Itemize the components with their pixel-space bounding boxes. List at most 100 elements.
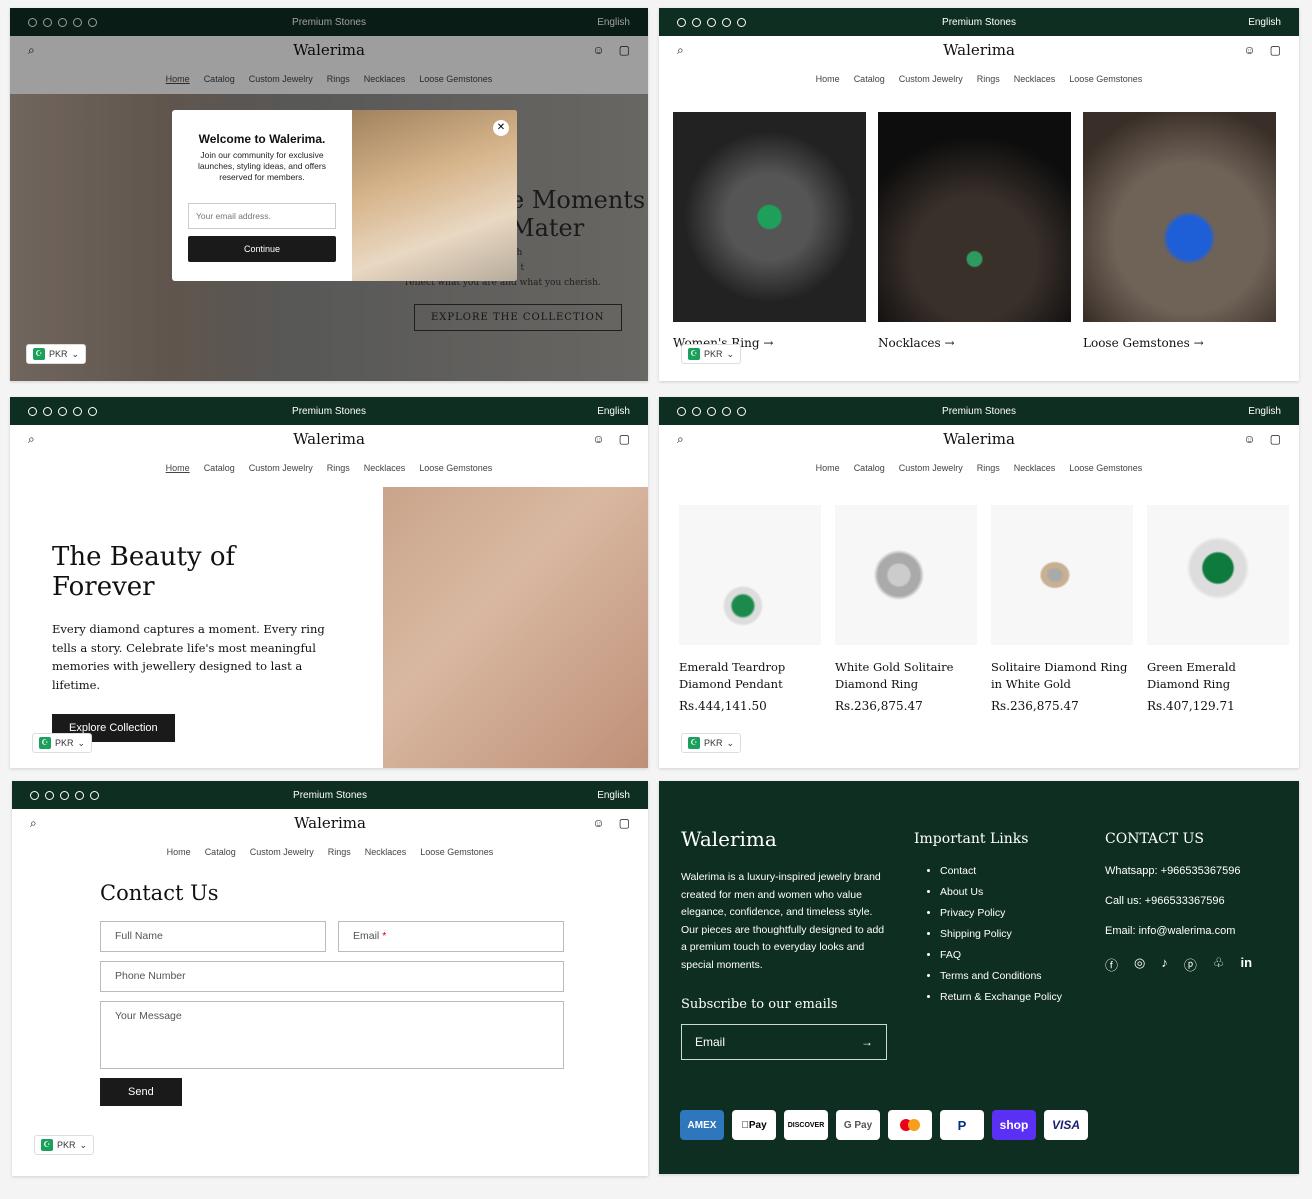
nav-custom-jewelry[interactable]: Custom Jewelry bbox=[899, 74, 963, 84]
currency-selector[interactable]: ☪ PKR ⌄ bbox=[32, 733, 93, 753]
snapchat-icon[interactable]: ♧ bbox=[1213, 955, 1225, 974]
account-icon[interactable]: ☺ bbox=[592, 433, 604, 445]
nav-loose-gemstones[interactable]: Loose Gemstones bbox=[1069, 463, 1142, 473]
currency-selector[interactable]: ☪ PKR ⌄ bbox=[681, 344, 742, 364]
instagram-icon[interactable]: ◎ bbox=[1134, 955, 1145, 974]
pinterest-icon[interactable]: ⓟ bbox=[1184, 955, 1197, 974]
snapchat-icon[interactable] bbox=[90, 790, 99, 800]
language-selector[interactable]: English bbox=[1248, 406, 1281, 417]
collection-title[interactable]: Loose Gemstones → bbox=[1083, 336, 1278, 350]
popup-continue-button[interactable]: Continue bbox=[188, 236, 336, 262]
product-name[interactable]: White Gold Solitaire Diamond Ring bbox=[835, 659, 979, 693]
search-icon[interactable]: ⌕ bbox=[28, 433, 35, 445]
nav-loose-gemstones[interactable]: Loose Gemstones bbox=[1069, 74, 1142, 84]
cart-icon[interactable]: ▢ bbox=[1270, 433, 1281, 445]
nav-necklaces[interactable]: Necklaces bbox=[1014, 463, 1056, 473]
language-selector[interactable]: English bbox=[597, 406, 630, 417]
nav-catalog[interactable]: Catalog bbox=[854, 74, 885, 84]
nav-catalog[interactable]: Catalog bbox=[204, 463, 235, 473]
product-card[interactable]: Green Emerald Diamond Ring Rs.407,129.71 bbox=[1147, 505, 1291, 713]
pinterest-icon[interactable] bbox=[75, 790, 84, 800]
account-icon[interactable]: ☺ bbox=[1243, 433, 1255, 445]
product-name[interactable]: Emerald Teardrop Diamond Pendant bbox=[679, 659, 823, 693]
footer-logo[interactable]: Walerima bbox=[681, 827, 891, 851]
nav-rings[interactable]: Rings bbox=[327, 463, 350, 473]
collection-title[interactable]: Nocklaces → bbox=[878, 336, 1073, 350]
product-name[interactable]: Green Emerald Diamond Ring bbox=[1147, 659, 1291, 693]
nav-necklaces[interactable]: Necklaces bbox=[1014, 74, 1056, 84]
full-name-field[interactable]: Full Name bbox=[100, 921, 326, 952]
footer-link-shipping[interactable]: Shipping Policy bbox=[940, 928, 1062, 940]
cart-icon[interactable]: ▢ bbox=[619, 433, 630, 445]
cart-icon[interactable]: ▢ bbox=[619, 817, 630, 829]
account-icon[interactable]: ☺ bbox=[592, 817, 604, 829]
pinterest-icon[interactable] bbox=[722, 406, 731, 416]
footer-link-returns[interactable]: Return & Exchange Policy bbox=[940, 991, 1062, 1003]
logo[interactable]: Walerima bbox=[12, 814, 648, 832]
nav-home[interactable]: Home bbox=[816, 463, 840, 473]
instagram-icon[interactable] bbox=[43, 406, 52, 416]
tiktok-icon[interactable]: ♪ bbox=[1161, 955, 1168, 974]
facebook-icon[interactable] bbox=[28, 406, 37, 416]
close-icon[interactable]: ✕ bbox=[493, 120, 509, 136]
search-icon[interactable]: ⌕ bbox=[30, 817, 37, 829]
send-button[interactable]: Send bbox=[100, 1078, 182, 1106]
nav-rings[interactable]: Rings bbox=[977, 74, 1000, 84]
search-icon[interactable]: ⌕ bbox=[677, 433, 684, 445]
facebook-icon[interactable] bbox=[30, 790, 39, 800]
instagram-icon[interactable] bbox=[692, 406, 701, 416]
snapchat-icon[interactable] bbox=[737, 406, 746, 416]
collection-card[interactable]: Women's Ring → bbox=[673, 112, 868, 350]
nav-catalog[interactable]: Catalog bbox=[205, 847, 236, 857]
nav-catalog[interactable]: Catalog bbox=[854, 463, 885, 473]
footer-link-about[interactable]: About Us bbox=[940, 886, 1062, 898]
nav-necklaces[interactable]: Necklaces bbox=[364, 463, 406, 473]
tiktok-icon[interactable] bbox=[58, 406, 67, 416]
popup-email-input[interactable] bbox=[188, 203, 336, 229]
nav-rings[interactable]: Rings bbox=[328, 847, 351, 857]
phone-field[interactable]: Phone Number bbox=[100, 961, 564, 992]
tiktok-icon[interactable] bbox=[707, 17, 716, 27]
tiktok-icon[interactable] bbox=[707, 406, 716, 416]
snapchat-icon[interactable] bbox=[88, 406, 97, 416]
collection-card[interactable]: Loose Gemstones → bbox=[1083, 112, 1278, 350]
product-name[interactable]: Solitaire Diamond Ring in White Gold bbox=[991, 659, 1135, 693]
footer-link-terms[interactable]: Terms and Conditions bbox=[940, 970, 1062, 982]
logo[interactable]: Walerima bbox=[10, 430, 648, 448]
currency-selector[interactable]: ☪ PKR ⌄ bbox=[26, 344, 87, 364]
language-selector[interactable]: English bbox=[1248, 17, 1281, 28]
account-icon[interactable]: ☺ bbox=[1243, 44, 1255, 56]
message-field[interactable]: Your Message bbox=[100, 1001, 564, 1069]
nav-custom-jewelry[interactable]: Custom Jewelry bbox=[899, 463, 963, 473]
tiktok-icon[interactable] bbox=[60, 790, 69, 800]
instagram-icon[interactable] bbox=[692, 17, 701, 27]
footer-link-privacy[interactable]: Privacy Policy bbox=[940, 907, 1062, 919]
product-card[interactable]: White Gold Solitaire Diamond Ring Rs.236… bbox=[835, 505, 979, 713]
currency-selector[interactable]: ☪ PKR ⌄ bbox=[34, 1135, 95, 1155]
cart-icon[interactable]: ▢ bbox=[1270, 44, 1281, 56]
nav-loose-gemstones[interactable]: Loose Gemstones bbox=[420, 847, 493, 857]
pinterest-icon[interactable] bbox=[73, 406, 82, 416]
facebook-icon[interactable]: ⓕ bbox=[1105, 955, 1118, 974]
nav-necklaces[interactable]: Necklaces bbox=[365, 847, 407, 857]
logo[interactable]: Walerima bbox=[659, 430, 1299, 448]
footer-link-contact[interactable]: Contact bbox=[940, 865, 1062, 877]
nav-rings[interactable]: Rings bbox=[977, 463, 1000, 473]
pinterest-icon[interactable] bbox=[722, 17, 731, 27]
linkedin-icon[interactable]: in bbox=[1241, 955, 1253, 974]
facebook-icon[interactable] bbox=[677, 17, 686, 27]
facebook-icon[interactable] bbox=[677, 406, 686, 416]
search-icon[interactable]: ⌕ bbox=[677, 44, 684, 56]
footer-link-faq[interactable]: FAQ bbox=[940, 949, 1062, 961]
nav-custom-jewelry[interactable]: Custom Jewelry bbox=[249, 463, 313, 473]
nav-home[interactable]: Home bbox=[166, 463, 190, 473]
nav-home[interactable]: Home bbox=[816, 74, 840, 84]
currency-selector[interactable]: ☪ PKR ⌄ bbox=[681, 733, 742, 753]
nav-home[interactable]: Home bbox=[167, 847, 191, 857]
logo[interactable]: Walerima bbox=[659, 41, 1299, 59]
snapchat-icon[interactable] bbox=[737, 17, 746, 27]
nav-custom-jewelry[interactable]: Custom Jewelry bbox=[250, 847, 314, 857]
product-card[interactable]: Emerald Teardrop Diamond Pendant Rs.444,… bbox=[679, 505, 823, 713]
subscribe-email-input[interactable]: Email → bbox=[681, 1023, 887, 1060]
arrow-right-icon[interactable]: → bbox=[861, 1035, 873, 1049]
